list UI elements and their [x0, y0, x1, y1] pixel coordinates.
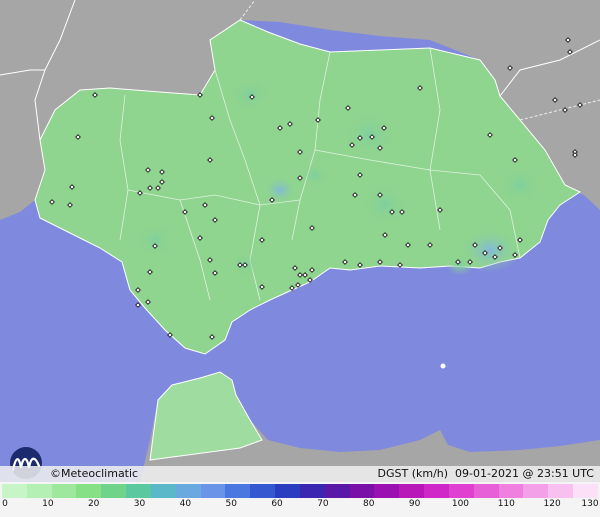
scale-swatch: [448, 484, 474, 498]
scale-swatch: [473, 484, 499, 498]
scale-tick-label: 20: [87, 499, 100, 509]
time-separator: @: [522, 467, 534, 480]
scale-tick-label: 10: [42, 499, 54, 509]
credit-text: ©Meteoclimatic: [50, 467, 139, 480]
scale-tick-label: 90: [408, 499, 421, 509]
scale-swatch: [2, 484, 27, 498]
scale-swatch: [101, 484, 127, 498]
scale-tick-label: 60: [271, 499, 283, 509]
color-scale-legend: 0 10 20 30 40 50 60 70 80 90 100 110 120 130: [0, 482, 600, 517]
scale-swatch: [498, 484, 524, 498]
wind-gust-map: [0, 0, 600, 482]
scale-tick-label: 100: [451, 499, 470, 509]
variable-label: DGST (km/h): [377, 467, 449, 480]
scale-swatch: [275, 484, 300, 498]
scale-swatch: [175, 484, 201, 498]
scale-tick-label: 110: [497, 499, 515, 509]
scale-tick-label: 130: [581, 499, 599, 509]
scale-swatch: [200, 484, 226, 498]
time-label: 23:51 UTC: [536, 467, 594, 480]
scale-tick-label: 0: [2, 499, 8, 509]
scale-swatch: [573, 484, 598, 498]
scale-tick-label: 50: [225, 499, 237, 509]
scale-tick-label: 120: [543, 499, 561, 509]
scale-tick-label: 30: [133, 499, 146, 509]
scale-swatch: [349, 484, 375, 498]
scale-swatch: [126, 484, 151, 498]
scale-swatch: [424, 484, 449, 498]
scale-swatch: [523, 484, 549, 498]
sea-marker: [440, 363, 446, 369]
scale-swatch: [51, 484, 77, 498]
scale-swatch: [548, 484, 574, 498]
scale-swatch: [225, 484, 251, 498]
scale-swatch: [150, 484, 176, 498]
scale-swatch: [374, 484, 400, 498]
map-view: ©Meteoclimatic DGST (km/h) 09-01-2021 @ …: [0, 0, 600, 517]
scale-tick-label: 70: [317, 499, 329, 509]
scale-tick-label: 40: [179, 499, 192, 509]
color-scale-bar: [2, 484, 598, 498]
scale-swatch: [250, 484, 276, 498]
scale-swatch: [299, 484, 325, 498]
scale-swatch: [399, 484, 425, 498]
scale-swatch: [26, 484, 52, 498]
scale-swatch: [324, 484, 350, 498]
scale-tick-label: 80: [363, 499, 375, 509]
scale-swatch: [76, 484, 102, 498]
map-info: DGST (km/h) 09-01-2021 @ 23:51 UTC: [378, 467, 595, 481]
date-label: 09-01-2021: [455, 467, 519, 480]
